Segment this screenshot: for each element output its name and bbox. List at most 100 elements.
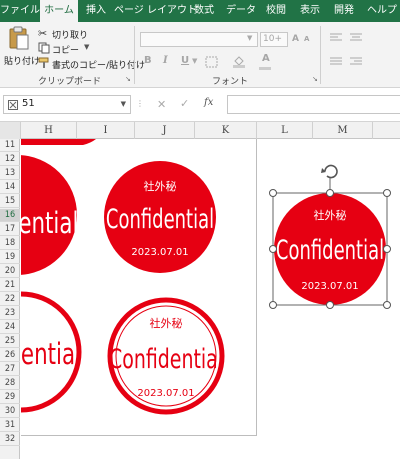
row-header[interactable]: 30 [0, 405, 20, 418]
format-painter-button[interactable]: 書式のコピー/貼り付け [52, 58, 145, 71]
row-header[interactable]: 28 [0, 377, 20, 390]
ribbon-home: 貼り付け ✂ 切り取り コピー ▼ 書式のコピー/貼り付け クリップボード ↘ … [0, 22, 400, 88]
stamp-outline-top-text: 社外秘 [150, 316, 183, 330]
column-header-n[interactable] [373, 122, 400, 139]
select-all-corner[interactable] [0, 122, 21, 139]
tab-review[interactable]: 校閲 [262, 0, 290, 22]
resize-handle[interactable] [383, 301, 391, 309]
shrink-font-icon[interactable]: A [304, 35, 309, 43]
fill-color-icon[interactable] [232, 54, 246, 68]
font-name-dropdown-icon[interactable]: ▼ [247, 34, 252, 42]
dialog-launcher-icon[interactable]: ↘ [125, 75, 131, 83]
row-header[interactable]: 24 [0, 321, 20, 334]
stamp-filled-date-text: 2023.07.01 [131, 247, 188, 258]
column-header-i[interactable]: I [77, 122, 135, 139]
row-header-selected[interactable]: 16 [0, 209, 20, 222]
borders-icon[interactable] [205, 56, 219, 68]
tab-formulas[interactable]: 数式 [190, 0, 218, 22]
stamp-sliver [21, 139, 96, 145]
column-header-m[interactable]: M [313, 122, 373, 139]
row-header[interactable]: 13 [0, 167, 20, 180]
row-header[interactable]: 20 [0, 265, 20, 278]
stamp-filled-main-text: Confidential [106, 203, 214, 235]
tab-page-layout[interactable]: ページ レイアウト [114, 0, 197, 22]
group-divider-2 [320, 26, 321, 84]
formula-input[interactable] [227, 95, 400, 114]
font-group-label: フォント [212, 77, 249, 87]
formula-bar-grip-icon: ⋮ [136, 99, 144, 108]
format-painter-icon[interactable] [38, 57, 50, 69]
worksheet-grid[interactable]: fidential 社外秘 Confidential 2023.07.01 de… [21, 139, 400, 459]
tab-help[interactable]: ヘルプ [364, 0, 400, 22]
underline-dropdown-icon[interactable]: ▼ [192, 57, 197, 65]
font-size-value: 10+ [263, 34, 282, 44]
row-header[interactable]: 23 [0, 307, 20, 320]
row-header[interactable]: 29 [0, 391, 20, 404]
column-header-j[interactable]: J [135, 122, 195, 139]
font-name-box[interactable] [140, 32, 258, 47]
italic-button[interactable]: I [163, 55, 168, 66]
name-box-value: 51 [22, 98, 35, 109]
row-header[interactable]: 21 [0, 279, 20, 292]
row-header[interactable]: 19 [0, 251, 20, 264]
resize-handle[interactable] [326, 189, 334, 197]
column-header-k[interactable]: K [195, 122, 257, 139]
column-header-h[interactable]: H [21, 122, 77, 139]
resize-handle[interactable] [269, 301, 277, 309]
tab-home[interactable]: ホーム [40, 0, 78, 22]
row-header[interactable]: 22 [0, 293, 20, 306]
row-header[interactable]: 15 [0, 195, 20, 208]
row-header[interactable]: 31 [0, 419, 20, 432]
resize-handle[interactable] [269, 189, 277, 197]
tab-developer[interactable]: 開発 [330, 0, 358, 22]
row-header[interactable]: 18 [0, 237, 20, 250]
font-color-button[interactable]: A [262, 53, 270, 64]
tab-data[interactable]: データ [224, 0, 258, 22]
chevron-down-icon[interactable]: ▼ [121, 100, 126, 108]
font-dialog-launcher-icon[interactable]: ↘ [312, 75, 318, 83]
formula-bar: 51 ▼ ⋮ ✕ ✓ fx [0, 88, 400, 122]
tab-view[interactable]: 表示 [296, 0, 324, 22]
column-header-l[interactable]: L [257, 122, 313, 139]
chevron-down-icon[interactable]: ▼ [84, 43, 89, 51]
underline-button[interactable]: U [181, 55, 189, 66]
tab-insert[interactable]: 挿入 [82, 0, 110, 22]
stamp-selected-main-text: Confidential [276, 234, 384, 266]
resize-handle[interactable] [383, 189, 391, 197]
row-header[interactable]: 17 [0, 223, 20, 236]
row-header[interactable]: 14 [0, 181, 20, 194]
paste-label: 貼り付け [4, 57, 41, 67]
tab-file[interactable]: ファイル [0, 0, 40, 22]
font-color-bar [259, 67, 271, 70]
picture-icon [8, 100, 18, 110]
grow-font-icon[interactable]: A [292, 34, 299, 44]
enter-icon[interactable]: ✓ [180, 97, 189, 110]
stamp-selected-top-text: 社外秘 [314, 208, 347, 222]
row-header[interactable]: 27 [0, 363, 20, 376]
name-box[interactable]: 51 ▼ [3, 95, 131, 114]
row-header[interactable]: 25 [0, 335, 20, 348]
copy-icon[interactable] [38, 42, 50, 54]
row-header[interactable]: 32 [0, 433, 20, 446]
copy-button[interactable]: コピー [52, 43, 79, 56]
resize-handle[interactable] [383, 245, 391, 253]
cancel-icon[interactable]: ✕ [157, 98, 166, 111]
insert-function-icon[interactable]: fx [204, 97, 213, 108]
stamp-outline-partial-text: dential [21, 338, 81, 372]
resize-handle[interactable] [269, 245, 277, 253]
clipboard-icon [9, 26, 29, 50]
row-header[interactable]: 26 [0, 349, 20, 362]
paste-button[interactable]: 貼り付け [4, 26, 40, 70]
stamp-selected-date-text: 2023.07.01 [301, 281, 358, 292]
resize-handle[interactable] [326, 301, 334, 309]
cut-button[interactable]: 切り取り [52, 28, 88, 41]
bold-button[interactable]: B [144, 55, 152, 66]
row-header[interactable]: 11 [0, 139, 20, 152]
alignment-icons[interactable] [328, 30, 388, 70]
scissors-icon[interactable]: ✂ [38, 27, 47, 40]
column-header-bar: H I J K L M [0, 122, 400, 139]
font-size-box[interactable]: 10+ [260, 32, 288, 47]
rotate-handle-icon[interactable] [321, 164, 338, 179]
ribbon-tab-bar: ファイル ホーム 挿入 ページ レイアウト 数式 データ 校閲 表示 開発 ヘル… [0, 0, 400, 22]
row-header[interactable]: 12 [0, 153, 20, 166]
